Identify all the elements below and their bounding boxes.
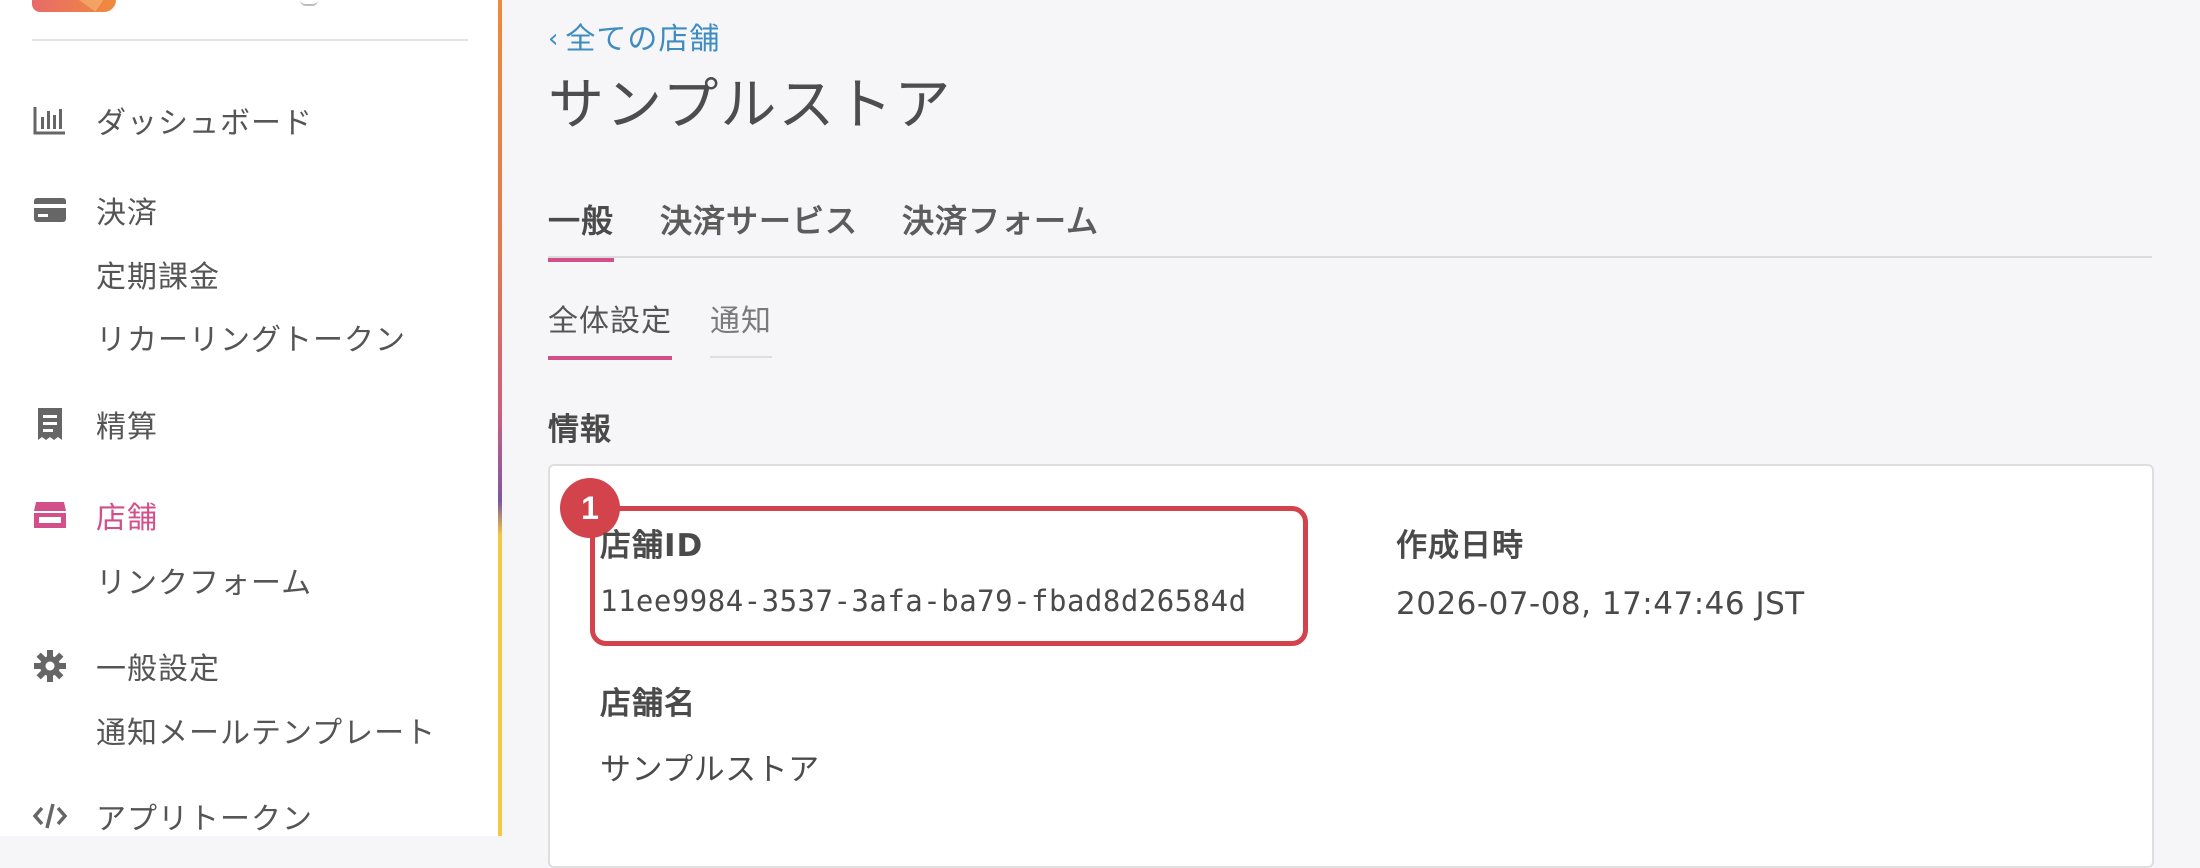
tab-general[interactable]: 一般 xyxy=(548,196,615,262)
sidebar-item-dashboard[interactable]: ダッシュボード xyxy=(32,98,313,142)
sidebar-item-stores[interactable]: 店舗 xyxy=(32,493,158,537)
sidebar-item-label: アプリトークン xyxy=(96,802,313,837)
tab-payment-forms[interactable]: 決済フォーム xyxy=(902,196,1099,258)
sidebar-divider xyxy=(32,39,468,41)
bar-chart-icon xyxy=(32,102,68,138)
sidebar-subitem-notification-templates[interactable]: 通知メールテンプレート xyxy=(96,708,436,752)
sidebar-item-label: 店舗 xyxy=(96,501,158,536)
sidebar-subitem-link-form[interactable]: リンクフォーム xyxy=(96,558,312,602)
store-icon xyxy=(32,497,68,533)
sidebar-item-payments[interactable]: 決済 xyxy=(32,188,158,232)
gear-icon xyxy=(32,648,68,684)
sidebar-subitem-recurring-tokens[interactable]: リカーリングトークン xyxy=(96,315,406,359)
sidebar-subitem-subscriptions[interactable]: 定期課金 xyxy=(96,252,220,296)
logo[interactable] xyxy=(32,0,116,12)
subtab-notifications[interactable]: 通知 xyxy=(710,296,772,358)
back-link-label: 全ての店舗 xyxy=(565,22,721,57)
sidebar-item-settlements[interactable]: 精算 xyxy=(32,402,158,446)
sidebar: ダッシュボード 決済 定期課金 リカーリングトークン 精算 店舗 リンクフォーム… xyxy=(0,0,498,838)
sidebar-item-label: 精算 xyxy=(96,410,158,445)
section-title-info: 情報 xyxy=(548,412,612,448)
back-to-stores-link[interactable]: ‹ 全ての店舗 xyxy=(548,14,720,58)
receipt-icon xyxy=(32,406,68,442)
logo-text-fragment xyxy=(300,0,318,6)
code-icon xyxy=(32,798,68,834)
main-content: ‹ 全ての店舗 サンプルストア 一般 決済サービス 決済フォーム 全体設定 通知 … xyxy=(502,0,2200,868)
tab-payment-services[interactable]: 決済サービス xyxy=(660,196,858,258)
store-name-value: サンプルストア xyxy=(600,752,820,788)
sidebar-item-label: 一般設定 xyxy=(96,652,220,687)
created-at-label: 作成日時 xyxy=(1396,528,1524,564)
page-title: サンプルストア xyxy=(548,73,953,138)
subtab-overall-settings[interactable]: 全体設定 xyxy=(548,296,672,360)
sidebar-item-app-tokens[interactable]: アプリトークン xyxy=(32,794,313,838)
main-tabs: 一般 決済サービス 決済フォーム xyxy=(548,196,2152,262)
credit-card-icon xyxy=(32,192,68,228)
store-id-label: 店舗ID xyxy=(600,528,704,564)
store-name-label: 店舗名 xyxy=(600,686,696,722)
sidebar-item-label: 決済 xyxy=(96,196,158,231)
sidebar-item-label: ダッシュボード xyxy=(96,106,313,141)
created-at-value: 2026-07-08, 17:47:46 JST xyxy=(1396,586,1805,622)
sidebar-item-general-settings[interactable]: 一般設定 xyxy=(32,644,220,688)
chevron-left-icon: ‹ xyxy=(548,24,560,54)
store-id-value: 11ee9984-3537-3afa-ba79-fbad8d26584d xyxy=(600,584,1247,618)
info-card: 1 店舗ID 11ee9984-3537-3afa-ba79-fbad8d265… xyxy=(548,464,2154,868)
